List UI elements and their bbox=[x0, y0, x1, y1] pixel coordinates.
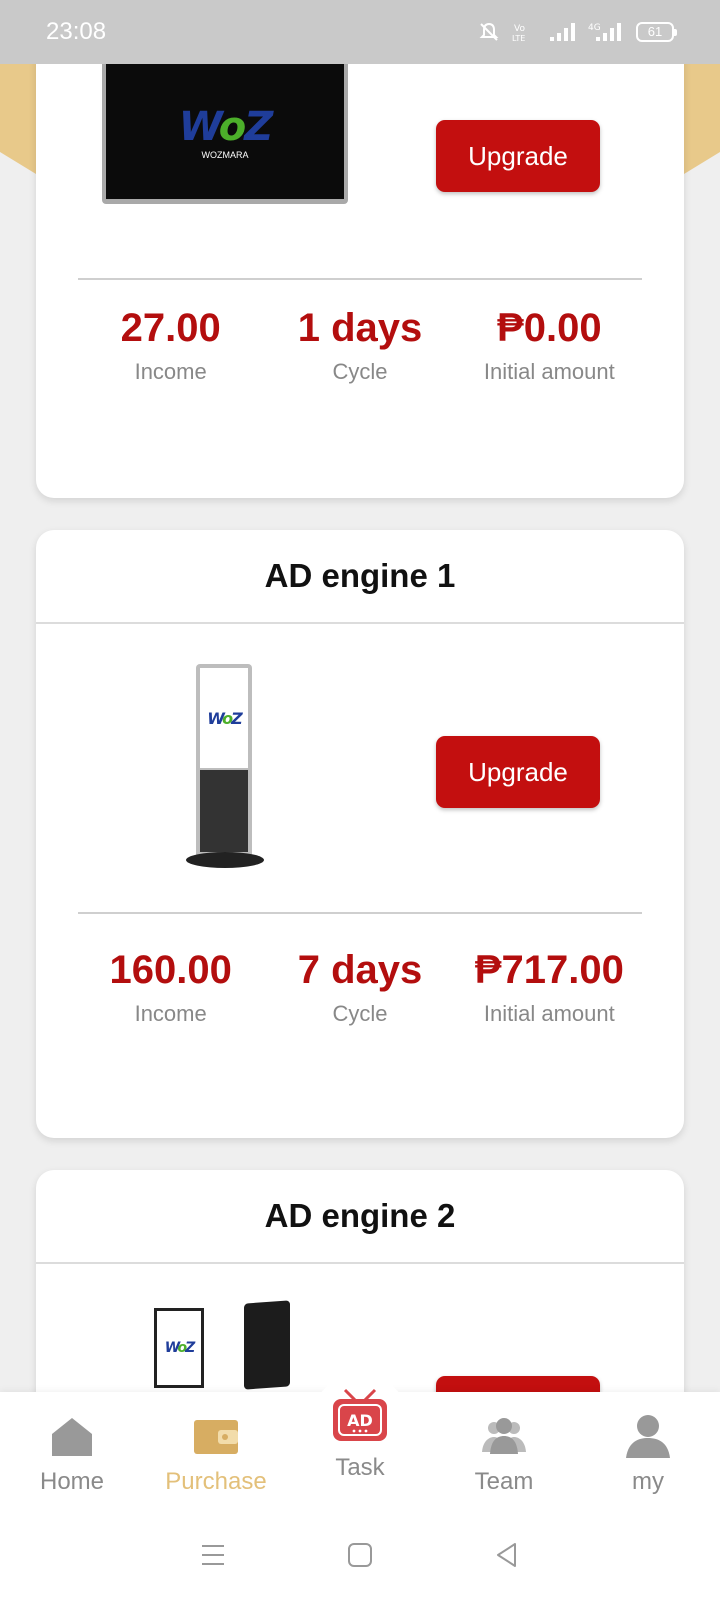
product-image: WoZ WOZMARA bbox=[102, 64, 348, 204]
product-area: WoZ WOZMARA Upgrade bbox=[36, 64, 684, 284]
stat-income: 160.00 Income bbox=[76, 948, 265, 1027]
card-title: AD engine 2 bbox=[36, 1170, 684, 1264]
bottom-nav: Home Purchase AD Task Team my bbox=[0, 1374, 720, 1510]
wallet-icon bbox=[194, 1420, 238, 1454]
status-time: 23:08 bbox=[46, 18, 107, 45]
brand-logo: WoZ WOZMARA bbox=[178, 103, 273, 160]
nav-my-label: my bbox=[632, 1468, 664, 1495]
nav-home[interactable]: Home bbox=[0, 1392, 144, 1510]
product-image: WoZ bbox=[154, 1300, 304, 1390]
stats-row: 160.00 Income 7 days Cycle ₱717.00 Initi… bbox=[76, 948, 644, 1027]
home-square-icon[interactable] bbox=[346, 1541, 374, 1569]
nav-purchase[interactable]: Purchase bbox=[144, 1392, 288, 1510]
team-icon bbox=[482, 1418, 526, 1454]
card-title: AD engine 1 bbox=[36, 530, 684, 624]
nav-task[interactable]: AD Task bbox=[288, 1388, 432, 1510]
nav-team-label: Team bbox=[474, 1468, 534, 1495]
status-icons: Vo LTE 4G 61 bbox=[478, 21, 677, 43]
menu-icon[interactable] bbox=[199, 1541, 227, 1569]
upgrade-button[interactable]: Upgrade bbox=[436, 736, 600, 808]
svg-text:LTE: LTE bbox=[512, 34, 525, 43]
income-value: 160.00 bbox=[109, 948, 232, 992]
income-label: Income bbox=[134, 359, 207, 384]
divider bbox=[78, 912, 642, 914]
ad-tv-icon: AD bbox=[333, 1388, 387, 1441]
initial-amount-label: Initial amount bbox=[483, 359, 615, 384]
battery-icon: 61 bbox=[636, 22, 677, 42]
nav-home-label: Home bbox=[39, 1468, 105, 1495]
initial-amount-label: Initial amount bbox=[483, 1001, 615, 1026]
logo-subtitle: WOZMARA bbox=[201, 149, 249, 160]
cycle-label: Cycle bbox=[332, 1001, 388, 1026]
status-bar: 23:08 Vo LTE 4G 61 bbox=[0, 0, 720, 64]
stat-income: 27.00 Income bbox=[76, 306, 265, 385]
home-icon bbox=[52, 1418, 92, 1456]
cycle-label: Cycle bbox=[332, 359, 388, 384]
product-card: AD engine 1 WoZ Upgrade 160.00 Income 7 … bbox=[36, 530, 684, 1138]
initial-amount-value: ₱717.00 bbox=[474, 948, 624, 992]
user-icon bbox=[626, 1415, 670, 1458]
stat-cycle: 1 days Cycle bbox=[265, 306, 454, 385]
svg-text:4G: 4G bbox=[588, 23, 601, 33]
signal-icon bbox=[550, 23, 575, 41]
stat-initial-amount: ₱0.00 Initial amount bbox=[455, 306, 644, 385]
cycle-value: 7 days bbox=[297, 948, 423, 992]
upgrade-button[interactable]: Upgrade bbox=[436, 120, 600, 192]
nav-my[interactable]: my bbox=[576, 1392, 720, 1510]
system-nav-bar bbox=[0, 1510, 720, 1600]
back-icon[interactable] bbox=[493, 1541, 521, 1569]
nav-task-label: Task bbox=[335, 1454, 385, 1481]
product-image: WoZ bbox=[186, 664, 268, 874]
product-area: WoZ Upgrade bbox=[36, 624, 684, 914]
stat-cycle: 7 days Cycle bbox=[265, 948, 454, 1027]
svg-text:AD: AD bbox=[347, 1411, 373, 1430]
nav-team[interactable]: Team bbox=[432, 1392, 576, 1510]
cycle-value: 1 days bbox=[297, 306, 423, 350]
initial-amount-value: ₱0.00 bbox=[497, 306, 602, 350]
stats-row: 27.00 Income 1 days Cycle ₱0.00 Initial … bbox=[76, 306, 644, 385]
divider bbox=[78, 278, 642, 280]
product-card: WoZ WOZMARA Upgrade 27.00 Income 1 days … bbox=[36, 24, 684, 498]
income-label: Income bbox=[134, 1001, 207, 1026]
signal-4g-icon: 4G bbox=[588, 23, 621, 41]
nav-purchase-label: Purchase bbox=[165, 1468, 267, 1495]
svg-text:Vo: Vo bbox=[514, 24, 525, 34]
bell-off-icon bbox=[479, 22, 499, 41]
income-value: 27.00 bbox=[120, 306, 221, 350]
stat-initial-amount: ₱717.00 Initial amount bbox=[455, 948, 644, 1027]
volte-icon: Vo LTE bbox=[512, 24, 525, 43]
